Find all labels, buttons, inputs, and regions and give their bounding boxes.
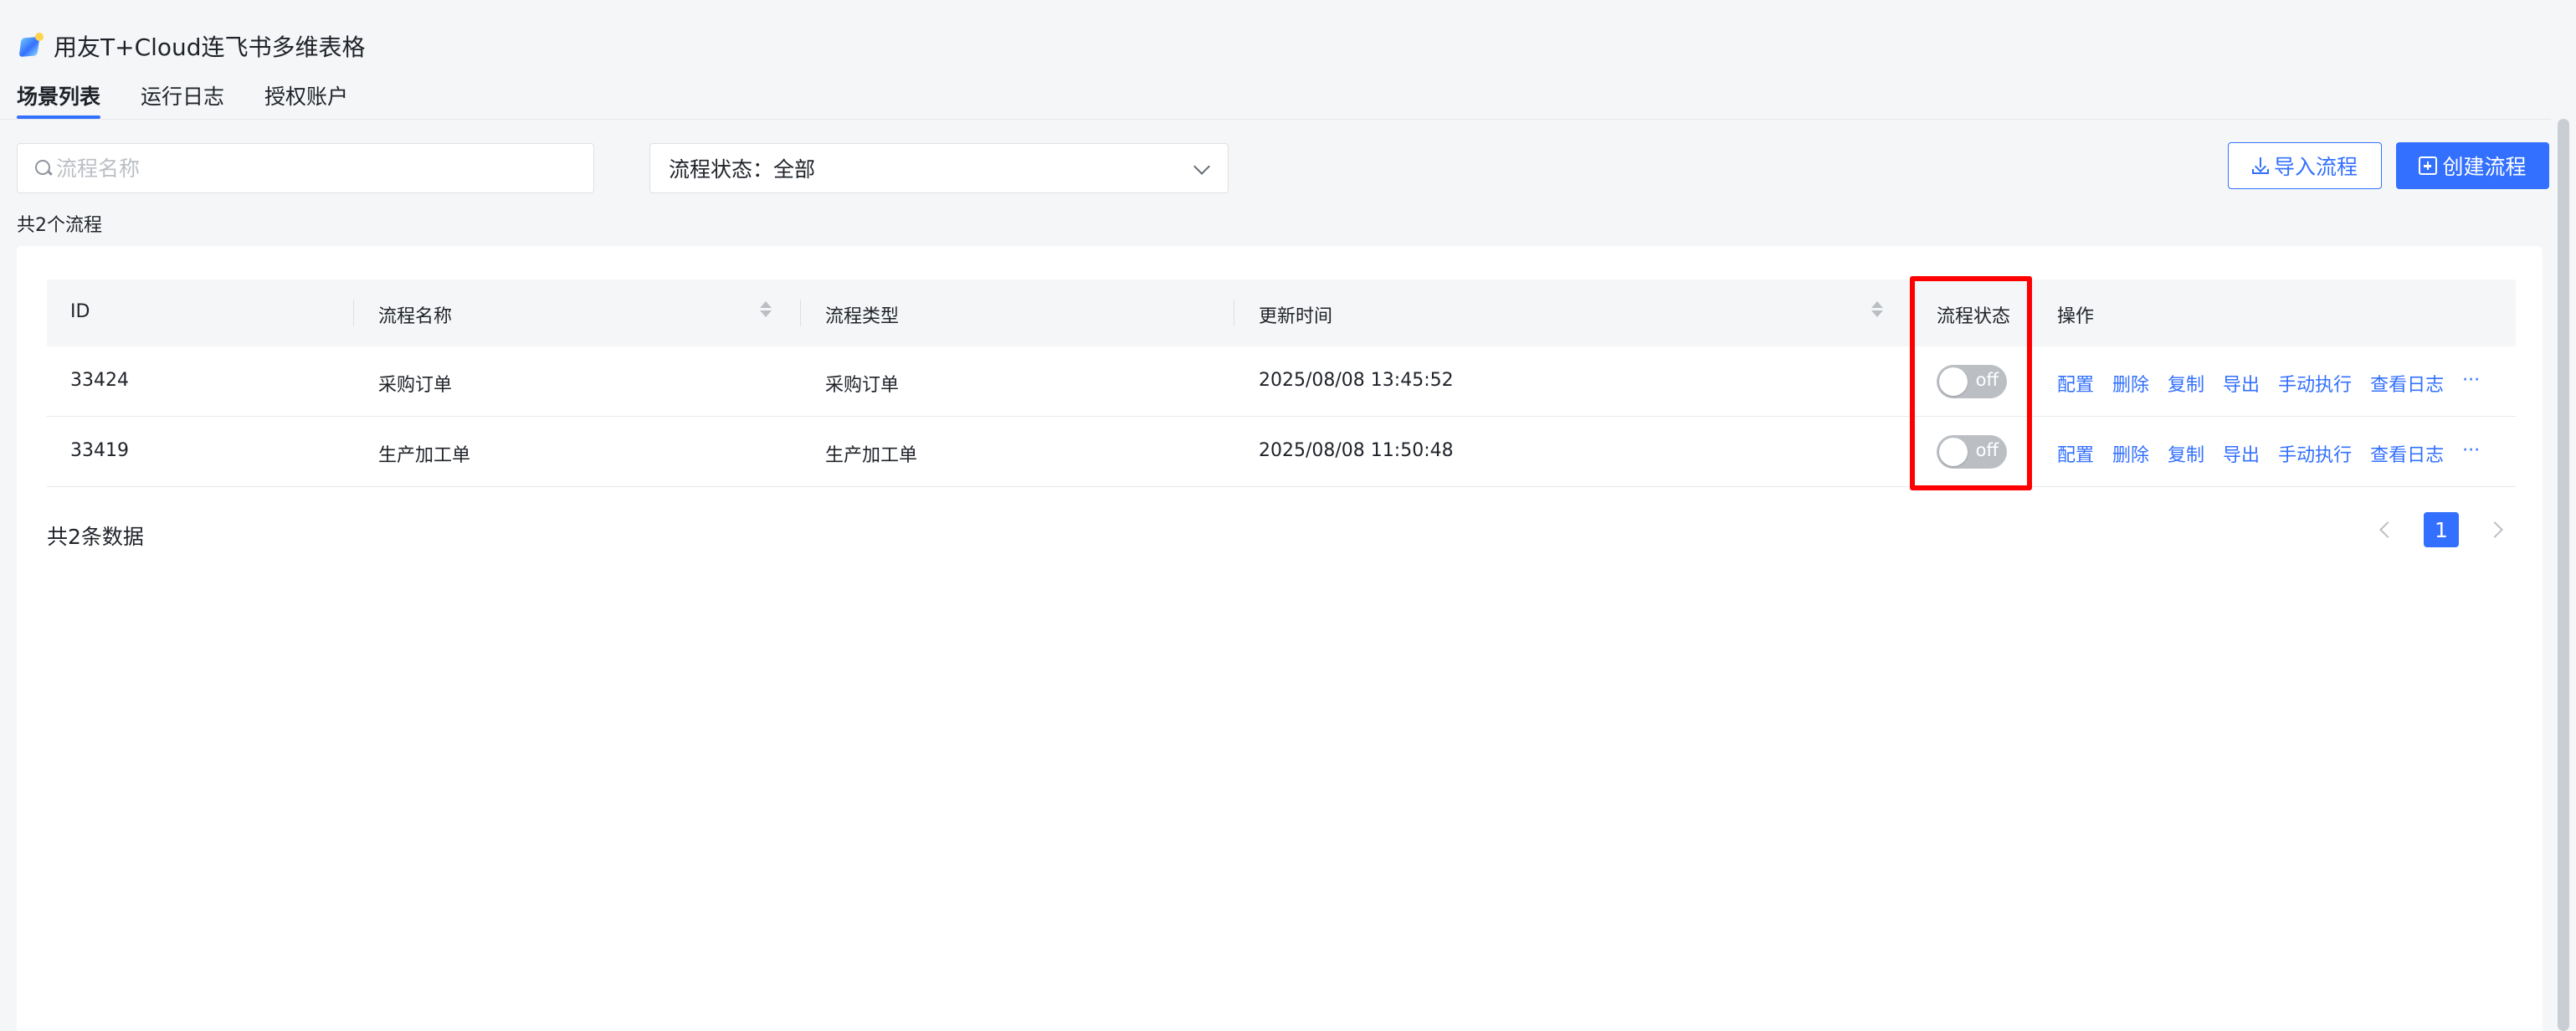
- more-icon[interactable]: ···: [2462, 370, 2480, 397]
- search-box[interactable]: [17, 143, 594, 193]
- row-actions: 配置 删除 复制 导出 手动执行 查看日志 ···: [2057, 370, 2498, 397]
- header-status: 流程状态: [1937, 306, 2011, 327]
- toggle-label: off: [1975, 440, 1999, 460]
- copy-link[interactable]: 复制: [2168, 440, 2204, 467]
- cell-updated: 2025/08/08 13:45:52: [1259, 370, 1454, 391]
- tabs-divider: [0, 119, 2551, 120]
- create-flow-button[interactable]: 创建流程: [2396, 142, 2549, 189]
- pagination: 1: [2379, 512, 2503, 547]
- scrollbar[interactable]: [2558, 119, 2569, 1031]
- app-logo-icon: [17, 33, 44, 59]
- status-filter-select[interactable]: 流程状态：全部: [649, 143, 1229, 193]
- header-ops: 操作: [2057, 306, 2095, 327]
- chevron-left-icon[interactable]: [2379, 521, 2396, 538]
- cell-type: 采购订单: [825, 375, 900, 396]
- tab-bar: 场景列表 运行日志 授权账户: [17, 77, 388, 119]
- import-flow-button[interactable]: 导入流程: [2228, 142, 2382, 189]
- configure-link[interactable]: 配置: [2057, 370, 2094, 397]
- export-link[interactable]: 导出: [2223, 440, 2260, 467]
- tab-scene-list[interactable]: 场景列表: [17, 77, 101, 119]
- page-current[interactable]: 1: [2424, 512, 2459, 547]
- manual-run-link[interactable]: 手动执行: [2278, 370, 2352, 397]
- header-type: 流程类型: [825, 306, 900, 327]
- search-input[interactable]: [56, 156, 558, 181]
- search-icon: [34, 159, 53, 177]
- cell-updated: 2025/08/08 11:50:48: [1259, 440, 1454, 461]
- header-id: ID: [70, 301, 90, 322]
- status-toggle[interactable]: off: [1937, 435, 2007, 469]
- status-toggle[interactable]: off: [1937, 365, 2007, 398]
- cell-type: 生产加工单: [825, 445, 918, 466]
- header-name: 流程名称: [378, 306, 453, 327]
- toggle-knob: [1939, 438, 1968, 466]
- toggle-label: off: [1975, 370, 1999, 390]
- status-filter-value: 流程状态：全部: [669, 157, 816, 182]
- plus-box-icon: [2419, 156, 2438, 175]
- flow-table: ID 流程名称 流程类型 更新时间 流程状态 操作 33424 采购订单 采购订…: [47, 280, 2516, 487]
- toggle-knob: [1939, 367, 1968, 396]
- table-row: 33419 生产加工单 生产加工单 2025/08/08 11:50:48 of…: [47, 417, 2516, 487]
- chevron-down-icon: [1193, 158, 1210, 175]
- cell-id: 33424: [70, 370, 129, 391]
- chevron-right-icon[interactable]: [2486, 521, 2503, 538]
- delete-link[interactable]: 删除: [2112, 440, 2149, 467]
- import-flow-label: 导入流程: [2273, 156, 2358, 179]
- tab-run-log[interactable]: 运行日志: [141, 77, 224, 119]
- header-updated: 更新时间: [1259, 306, 1333, 327]
- view-log-link[interactable]: 查看日志: [2370, 440, 2444, 467]
- export-link[interactable]: 导出: [2223, 370, 2260, 397]
- app-header: 用友T+Cloud连飞书多维表格: [17, 25, 366, 67]
- create-flow-label: 创建流程: [2442, 156, 2527, 179]
- table-row: 33424 采购订单 采购订单 2025/08/08 13:45:52 off …: [47, 346, 2516, 417]
- delete-link[interactable]: 删除: [2112, 370, 2149, 397]
- cell-name: 采购订单: [378, 375, 453, 396]
- copy-link[interactable]: 复制: [2168, 370, 2204, 397]
- configure-link[interactable]: 配置: [2057, 440, 2094, 467]
- cell-id: 33419: [70, 440, 129, 461]
- sort-icon[interactable]: [760, 298, 772, 323]
- more-icon[interactable]: ···: [2462, 440, 2480, 467]
- import-icon: [2251, 157, 2269, 174]
- column-separator: [353, 300, 354, 326]
- sort-icon[interactable]: [1871, 298, 1883, 323]
- row-actions: 配置 删除 复制 导出 手动执行 查看日志 ···: [2057, 440, 2498, 467]
- tab-auth-account[interactable]: 授权账户: [264, 77, 348, 119]
- view-log-link[interactable]: 查看日志: [2370, 370, 2444, 397]
- table-header: ID 流程名称 流程类型 更新时间 流程状态 操作: [47, 280, 2516, 346]
- cell-name: 生产加工单: [378, 445, 471, 466]
- column-separator: [800, 300, 801, 326]
- manual-run-link[interactable]: 手动执行: [2278, 440, 2352, 467]
- flow-count: 共2个流程: [17, 215, 102, 236]
- total-count: 共2条数据: [47, 525, 144, 549]
- app-title: 用友T+Cloud连飞书多维表格: [54, 33, 366, 61]
